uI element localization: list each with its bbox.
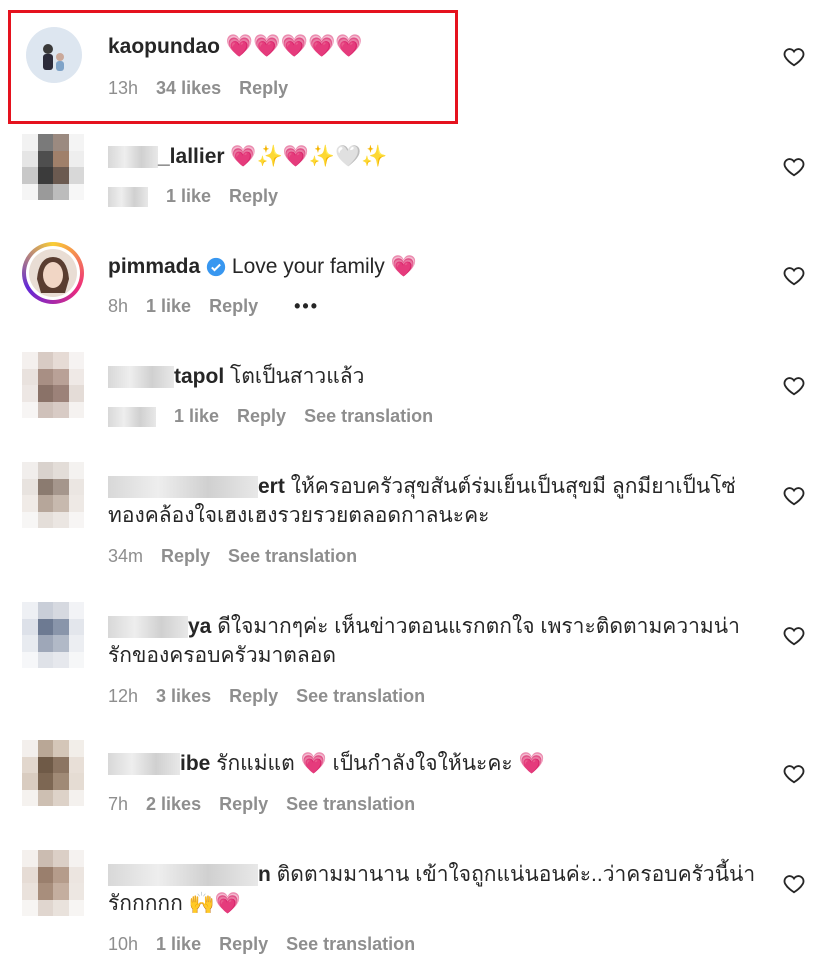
comment-text: ติดตามมานาน เข้าใจถูกแน่นอนค่ะ..ว่าครอบค… (276, 863, 756, 886)
blurred-username (108, 366, 174, 389)
username[interactable]: ibe (180, 752, 210, 775)
comment-meta: 8h 1 like Reply ••• (108, 296, 319, 317)
reply-button[interactable]: Reply (229, 186, 278, 207)
avatar[interactable] (22, 602, 84, 668)
more-options-icon[interactable]: ••• (294, 296, 319, 317)
comment-text-cont: ทองคล้องใจเฮงเฮงรวยรวยตลอดกาลนะคะ (108, 504, 490, 527)
likes-count[interactable]: 3 likes (156, 686, 211, 707)
see-translation-link[interactable]: See translation (304, 406, 433, 427)
heart-outline-icon[interactable] (783, 265, 805, 287)
avatar[interactable] (22, 134, 84, 200)
username[interactable]: pimmada (108, 255, 200, 278)
likes-count[interactable]: 1 like (156, 934, 201, 955)
comment-text: รักแม่แต 💗 เป็นกำลังใจให้นะคะ 💗 (216, 752, 545, 775)
timestamp: 8h (108, 296, 129, 316)
avatar[interactable] (26, 27, 82, 83)
avatar[interactable] (22, 352, 84, 418)
reply-button[interactable]: Reply (161, 546, 210, 567)
heart-outline-icon[interactable] (783, 156, 805, 178)
timestamp: 12h (108, 686, 139, 706)
heart-outline-icon[interactable] (783, 46, 805, 68)
blurred-username (108, 616, 188, 639)
username[interactable]: n (258, 863, 271, 886)
timestamp: 13h (108, 78, 139, 98)
see-translation-link[interactable]: See translation (228, 546, 357, 567)
comment-text: Love your family 💗 (231, 255, 417, 278)
see-translation-link[interactable]: See translation (286, 794, 415, 815)
see-translation-link[interactable]: See translation (286, 934, 415, 955)
comment-line: ya ดีใจมากๆค่ะ เห็นข่าวตอนแรกตกใจ เพราะต… (108, 613, 740, 641)
heart-outline-icon[interactable] (783, 625, 805, 647)
blurred-time (108, 186, 148, 207)
heart-outline-icon[interactable] (783, 485, 805, 507)
username[interactable]: ert (258, 475, 285, 498)
comment-line: pimmada Love your family 💗 (108, 253, 417, 281)
comment-text: 💗💗💗💗💗 (225, 33, 363, 58)
likes-count[interactable]: 1 like (146, 296, 191, 317)
reply-button[interactable]: Reply (219, 794, 268, 815)
heart-outline-icon[interactable] (783, 873, 805, 895)
avatar[interactable] (22, 462, 84, 528)
comment-text-cont: รักของครอบครัวมาตลอด (108, 644, 336, 667)
comment-text: 💗✨💗✨🤍✨ (230, 145, 388, 168)
comment-line: tapol โตเป็นสาวแล้ว (108, 363, 364, 391)
see-translation-link[interactable]: See translation (296, 686, 425, 707)
timestamp: 34m (108, 546, 144, 566)
blurred-time (108, 406, 156, 427)
likes-count[interactable]: 1 like (174, 406, 219, 427)
reply-button[interactable]: Reply (237, 406, 286, 427)
avatar[interactable] (22, 740, 84, 806)
comment-meta: 7h 2 likes Reply See translation (108, 794, 415, 815)
reply-button[interactable]: Reply (219, 934, 268, 955)
heart-outline-icon[interactable] (783, 763, 805, 785)
avatar[interactable] (22, 850, 84, 916)
comment-line: kaopundao 💗💗💗💗💗 (108, 32, 363, 61)
heart-outline-icon[interactable] (783, 375, 805, 397)
comment-line: _lallier 💗✨💗✨🤍✨ (108, 143, 387, 171)
comment-text-cont: รักกกกก 🙌💗 (108, 892, 241, 915)
reply-button[interactable]: Reply (229, 686, 278, 707)
blurred-username (108, 753, 180, 776)
comment-meta: 13h 34 likes Reply (108, 78, 288, 99)
reply-button[interactable]: Reply (209, 296, 258, 317)
likes-count[interactable]: 1 like (166, 186, 211, 207)
blurred-username (108, 146, 158, 169)
verified-badge-icon (206, 258, 226, 277)
comment-text: ให้ครอบครัวสุขสันต์ร่มเย็นเป็นสุขมี ลูกม… (290, 475, 736, 498)
username[interactable]: ya (188, 615, 211, 638)
comment-meta: 34m Reply See translation (108, 546, 357, 567)
comment-line: ert ให้ครอบครัวสุขสันต์ร่มเย็นเป็นสุขมี … (108, 473, 736, 501)
comment-meta: 12h 3 likes Reply See translation (108, 686, 425, 707)
username[interactable]: tapol (174, 365, 224, 388)
comment-line: n ติดตามมานาน เข้าใจถูกแน่นอนค่ะ..ว่าครอ… (108, 861, 755, 889)
avatar[interactable] (22, 242, 84, 304)
timestamp: 7h (108, 794, 129, 814)
timestamp: 10h (108, 934, 139, 954)
blurred-username (108, 864, 258, 887)
username[interactable]: kaopundao (108, 35, 220, 58)
blurred-username (108, 476, 258, 499)
username[interactable]: _lallier (158, 145, 225, 168)
comment-text: ดีใจมากๆค่ะ เห็นข่าวตอนแรกตกใจ เพราะติดต… (217, 615, 740, 638)
reply-button[interactable]: Reply (239, 78, 288, 99)
comment-text: โตเป็นสาวแล้ว (230, 365, 365, 388)
comment-meta: 1 like Reply (108, 186, 278, 207)
comment-meta: 1 like Reply See translation (108, 406, 433, 427)
likes-count[interactable]: 34 likes (156, 78, 221, 99)
comment-meta: 10h 1 like Reply See translation (108, 934, 415, 955)
comment-line: ibe รักแม่แต 💗 เป็นกำลังใจให้นะคะ 💗 (108, 750, 545, 778)
likes-count[interactable]: 2 likes (146, 794, 201, 815)
